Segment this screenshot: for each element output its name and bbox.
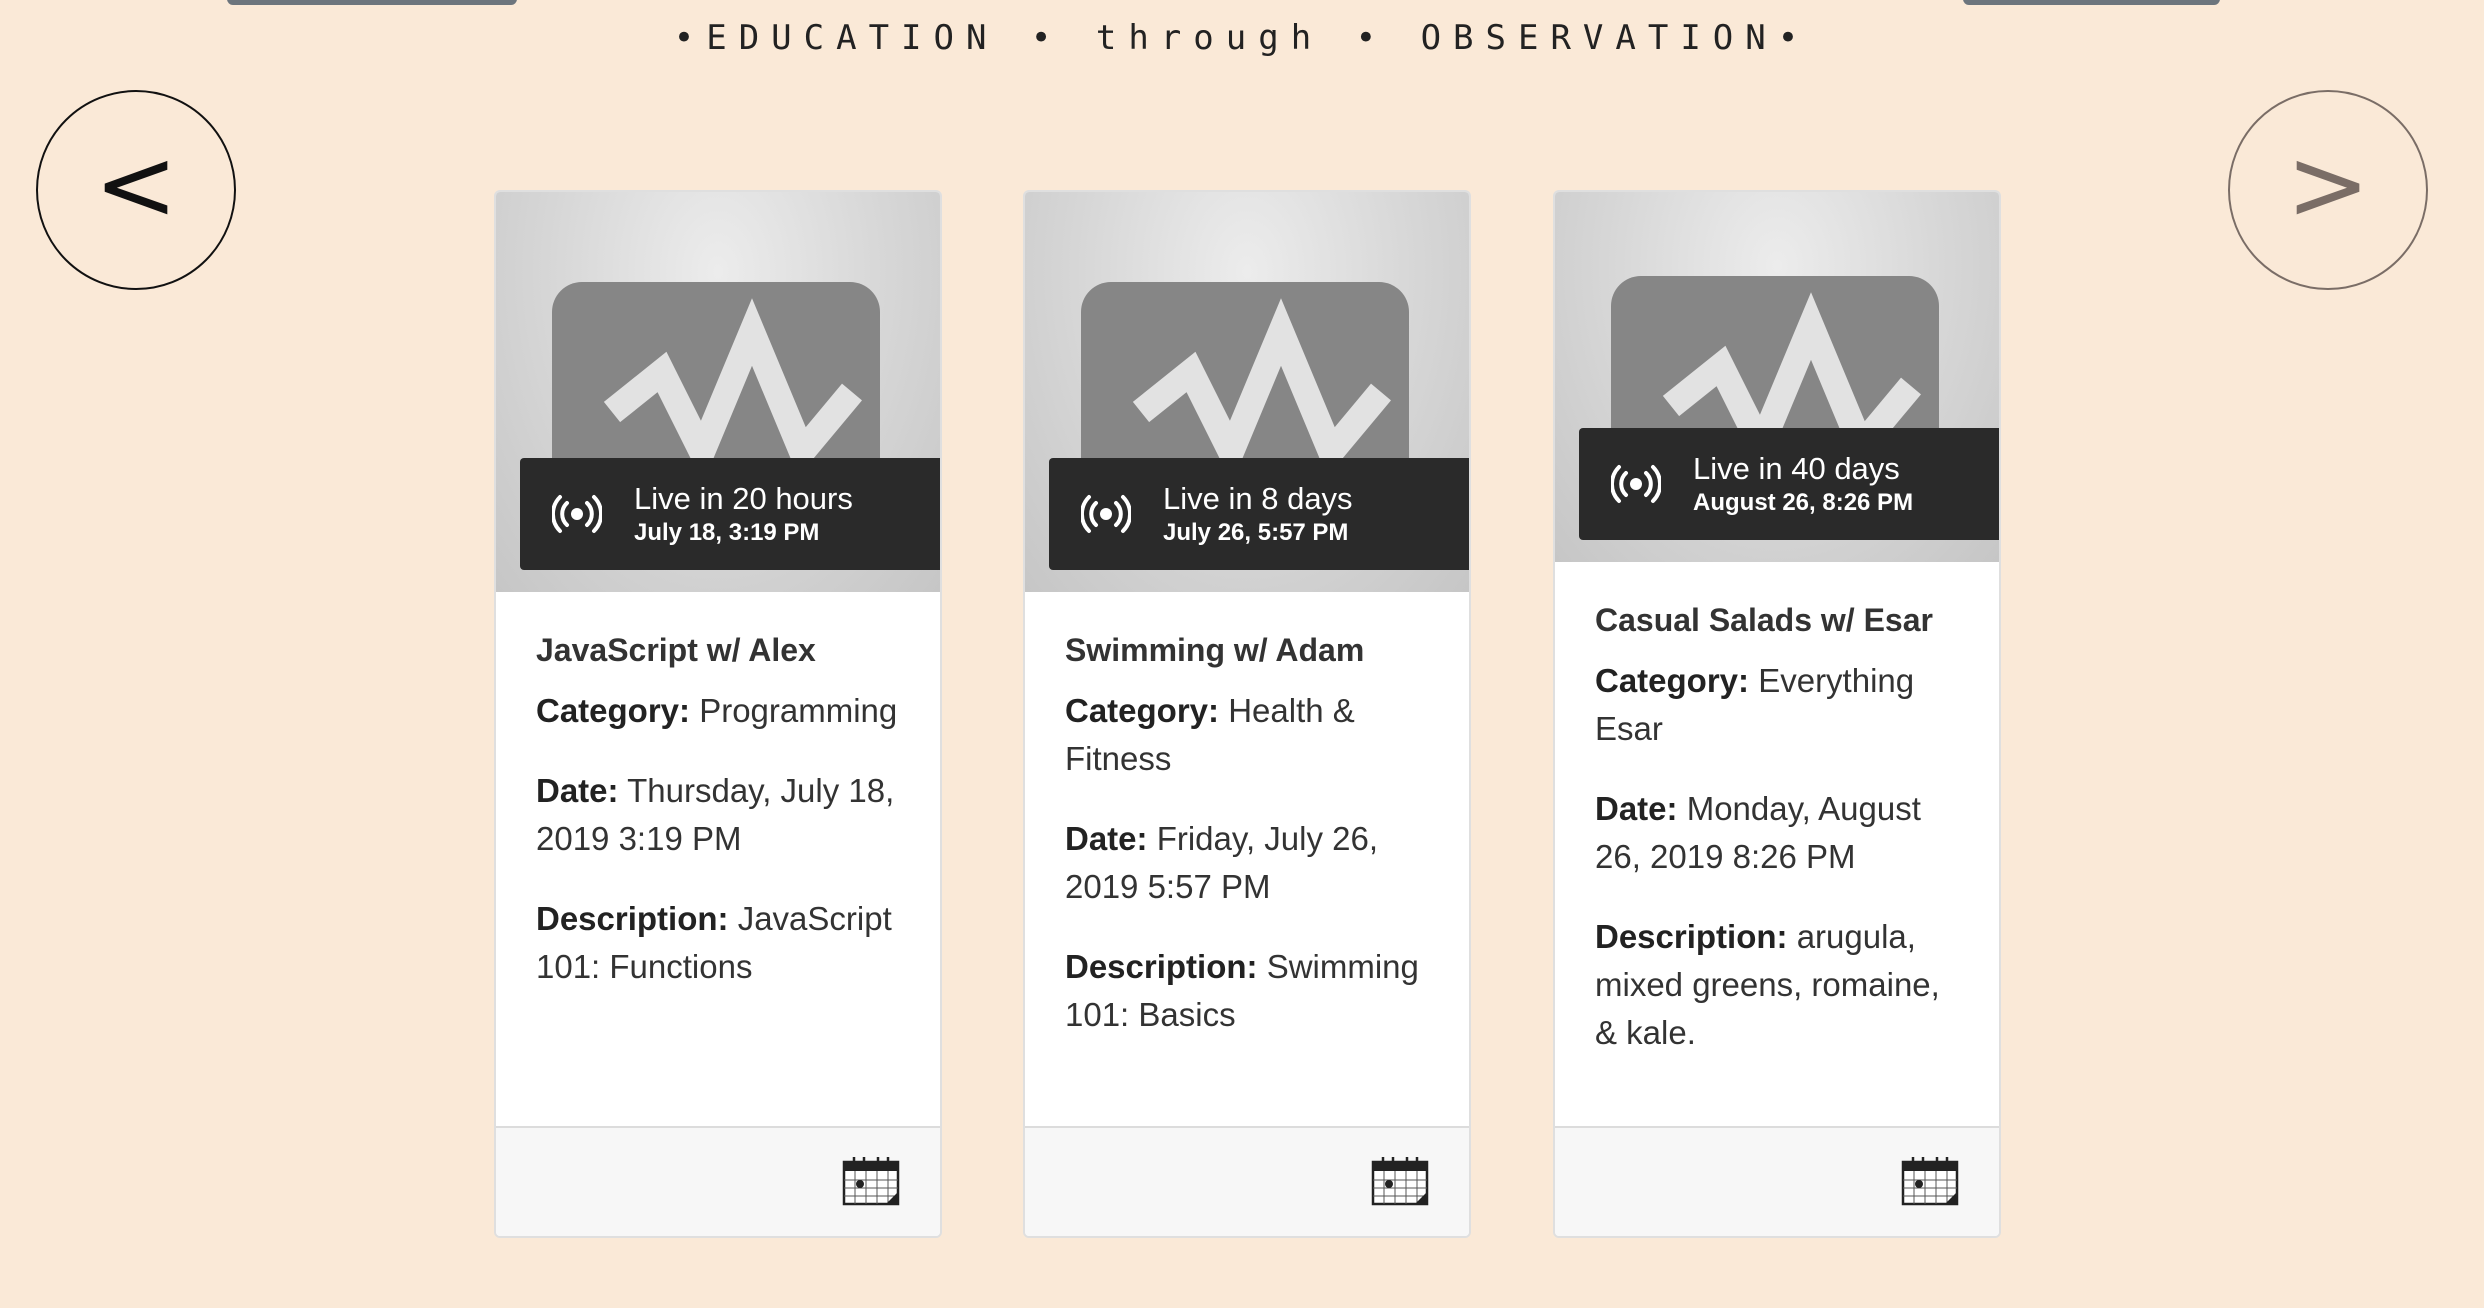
card-thumbnail[interactable]: Live in 20 hours July 18, 3:19 PM bbox=[496, 192, 940, 592]
description-label: Description: bbox=[1595, 918, 1788, 955]
live-countdown: Live in 20 hours bbox=[634, 481, 853, 516]
card-title: JavaScript w/ Alex bbox=[536, 632, 816, 668]
date-field: Date: Friday, July 26, 2019 5:57 PM bbox=[1065, 815, 1439, 911]
next-label: > bbox=[2286, 126, 2370, 243]
live-datetime: August 26, 8:26 PM bbox=[1693, 489, 1914, 516]
live-datetime: July 26, 5:57 PM bbox=[1163, 519, 1349, 546]
category-field: Category: Health & Fitness bbox=[1065, 687, 1439, 783]
card-body: JavaScript w/ Alex Category: Programming… bbox=[536, 632, 910, 1023]
live-countdown: Live in 40 days bbox=[1693, 451, 1900, 486]
description-field: Description: Swimming 101: Basics bbox=[1065, 943, 1439, 1039]
card-body: Swimming w/ Adam Category: Health & Fitn… bbox=[1065, 632, 1439, 1071]
date-field: Date: Monday, August 26, 2019 8:26 PM bbox=[1595, 785, 1969, 881]
description-field: Description: JavaScript 101: Functions bbox=[536, 895, 910, 991]
live-datetime: July 18, 3:19 PM bbox=[634, 519, 820, 546]
description-label: Description: bbox=[1065, 948, 1258, 985]
previous-label: < bbox=[94, 126, 178, 243]
top-tab-left[interactable] bbox=[227, 0, 517, 5]
category-field: Category: Everything Esar bbox=[1595, 657, 1969, 753]
calendar-icon[interactable] bbox=[1371, 1156, 1429, 1206]
date-field: Date: Thursday, July 18, 2019 3:19 PM bbox=[536, 767, 910, 863]
broadcast-icon bbox=[552, 495, 602, 533]
next-button[interactable]: > bbox=[2228, 90, 2428, 290]
card-footer bbox=[496, 1126, 940, 1236]
broadcast-icon bbox=[1611, 465, 1661, 503]
page: •EDUCATION • through • OBSERVATION• < > bbox=[0, 0, 2484, 1308]
calendar-icon[interactable] bbox=[842, 1156, 900, 1206]
date-label: Date: bbox=[1595, 790, 1678, 827]
card-thumbnail[interactable]: Live in 40 days August 26, 8:26 PM bbox=[1555, 192, 1999, 562]
card-footer bbox=[1555, 1126, 1999, 1236]
category-label: Category: bbox=[1595, 662, 1750, 699]
previous-button[interactable]: < bbox=[36, 90, 236, 290]
live-countdown: Live in 8 days bbox=[1163, 481, 1353, 516]
description-field: Description: arugula, mixed greens, roma… bbox=[1595, 913, 1969, 1057]
event-card[interactable]: Live in 8 days July 26, 5:57 PM Swimming… bbox=[1023, 190, 1471, 1238]
broadcast-icon bbox=[1081, 495, 1131, 533]
tagline: •EDUCATION • through • OBSERVATION• bbox=[673, 18, 1811, 58]
card-title: Swimming w/ Adam bbox=[1065, 632, 1365, 668]
card-footer bbox=[1025, 1126, 1469, 1236]
live-banner: Live in 8 days July 26, 5:57 PM bbox=[1049, 458, 1469, 570]
card-thumbnail[interactable]: Live in 8 days July 26, 5:57 PM bbox=[1025, 192, 1469, 592]
card-body: Casual Salads w/ Esar Category: Everythi… bbox=[1595, 602, 1969, 1089]
live-banner: Live in 40 days August 26, 8:26 PM bbox=[1579, 428, 1999, 540]
date-label: Date: bbox=[536, 772, 619, 809]
category-label: Category: bbox=[1065, 692, 1220, 729]
event-card[interactable]: Live in 40 days August 26, 8:26 PM Casua… bbox=[1553, 190, 2001, 1238]
card-title: Casual Salads w/ Esar bbox=[1595, 602, 1933, 638]
date-label: Date: bbox=[1065, 820, 1148, 857]
calendar-icon[interactable] bbox=[1901, 1156, 1959, 1206]
live-banner: Live in 20 hours July 18, 3:19 PM bbox=[520, 458, 940, 570]
category-label: Category: bbox=[536, 692, 691, 729]
description-label: Description: bbox=[536, 900, 729, 937]
top-tab-right[interactable] bbox=[1963, 0, 2220, 5]
category-value: Programming bbox=[699, 692, 898, 729]
category-field: Category: Programming bbox=[536, 687, 910, 735]
event-card[interactable]: Live in 20 hours July 18, 3:19 PM JavaSc… bbox=[494, 190, 942, 1238]
